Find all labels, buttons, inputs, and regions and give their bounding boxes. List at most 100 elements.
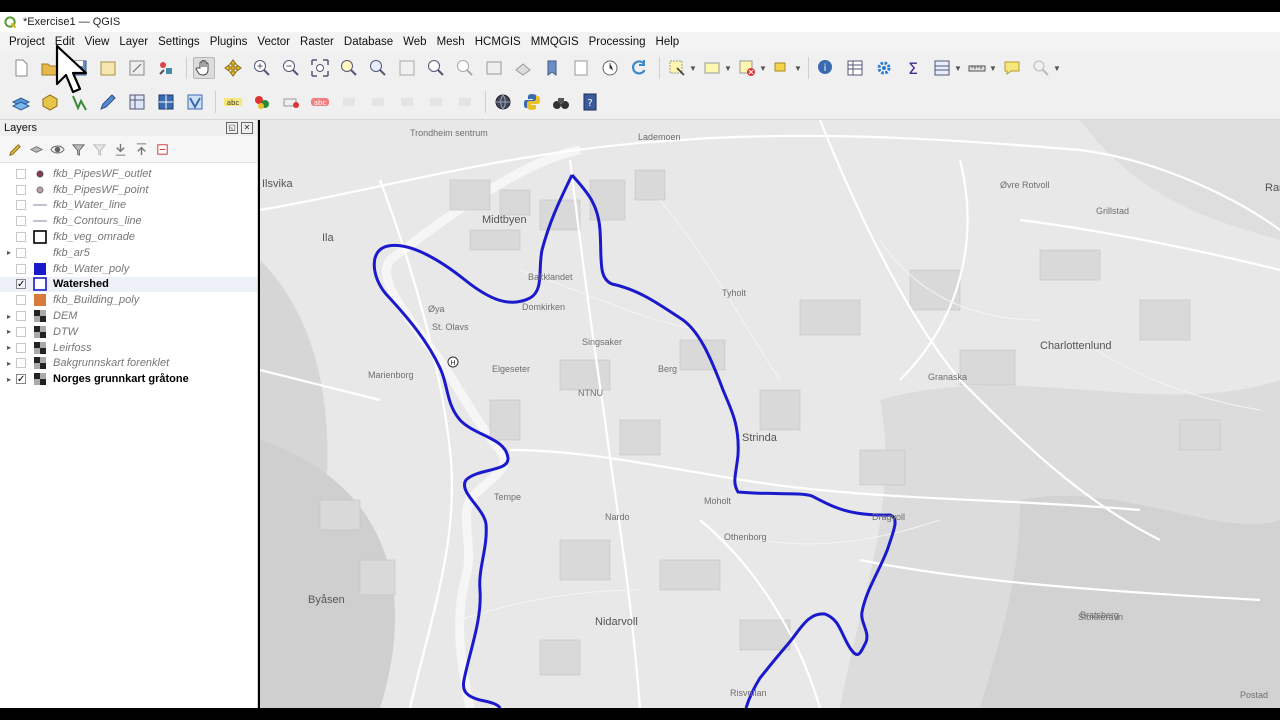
select-by-value-button[interactable] (701, 57, 723, 79)
measure-line-button[interactable] (966, 57, 988, 79)
layer-row[interactable]: ▸ DEM (0, 308, 257, 324)
layer-row[interactable]: fkb_veg_omrade (0, 229, 257, 245)
menu-plugins[interactable]: Plugins (205, 36, 253, 48)
raster-calculator-button[interactable] (155, 91, 177, 113)
menu-layer[interactable]: Layer (114, 36, 153, 48)
digitize-button[interactable] (97, 91, 119, 113)
zoom-last-button[interactable] (425, 57, 447, 79)
dropdown-arrow-icon[interactable]: ▼ (794, 64, 802, 73)
layer-styling-icon[interactable] (8, 142, 23, 157)
dropdown-arrow-icon[interactable]: ▼ (954, 64, 962, 73)
view-tool-button[interactable] (550, 91, 572, 113)
pin-labels-button[interactable] (280, 91, 302, 113)
layer-visibility-checkbox[interactable] (16, 247, 26, 258)
zoom-full-button[interactable] (309, 57, 331, 79)
layer-row[interactable]: ▸ Bakgrunnskart forenklet (0, 356, 257, 372)
dropdown-arrow-icon[interactable]: ▼ (759, 64, 767, 73)
layer-row[interactable]: fkb_Building_poly (0, 292, 257, 308)
temporal-controller-button[interactable] (599, 57, 621, 79)
select-features-button[interactable] (666, 57, 688, 79)
expand-arrow-icon[interactable]: ▸ (2, 359, 16, 368)
help-contents-button[interactable]: ? (579, 91, 601, 113)
move-label-button[interactable] (338, 91, 360, 113)
statistics-button[interactable]: Σ (902, 57, 924, 79)
locator-button[interactable] (1030, 57, 1052, 79)
dropdown-arrow-icon[interactable]: ▼ (724, 64, 732, 73)
menu-help[interactable]: Help (651, 36, 685, 48)
layer-row[interactable]: ▸ fkb_ar5 (0, 245, 257, 261)
zoom-native-button[interactable] (396, 57, 418, 79)
zoom-to-layer-button[interactable] (367, 57, 389, 79)
data-source-manager-button[interactable] (10, 91, 32, 113)
new-map-view-button[interactable] (483, 57, 505, 79)
select-location-button[interactable] (771, 57, 793, 79)
menu-database[interactable]: Database (339, 36, 398, 48)
show-hide-labels-button[interactable] (425, 91, 447, 113)
show-bookmarks-button[interactable] (570, 57, 592, 79)
menu-mmqgis[interactable]: MMQGIS (526, 36, 584, 48)
remove-layer-icon[interactable] (155, 142, 170, 157)
label-properties-button[interactable] (454, 91, 476, 113)
zoom-in-button[interactable] (251, 57, 273, 79)
expand-arrow-icon[interactable]: ▸ (2, 327, 16, 336)
layer-visibility-checkbox[interactable] (16, 358, 26, 369)
expand-arrow-icon[interactable]: ▸ (2, 248, 16, 257)
layer-visibility-checkbox[interactable]: ✓ (16, 374, 26, 385)
layer-row[interactable]: fkb_Water_line (0, 198, 257, 214)
highlight-labels-button[interactable]: abc (309, 91, 331, 113)
map-tips-button[interactable] (1001, 57, 1023, 79)
layer-row[interactable]: ▸ Leirfoss (0, 340, 257, 356)
menu-raster[interactable]: Raster (295, 36, 339, 48)
rotate-label-button[interactable] (367, 91, 389, 113)
menu-processing[interactable]: Processing (584, 36, 651, 48)
new-print-layout-button[interactable] (97, 57, 119, 79)
refresh-button[interactable] (628, 57, 650, 79)
layer-row[interactable]: ✓ Watershed (0, 276, 257, 293)
manage-themes-icon[interactable] (50, 142, 65, 157)
layer-row[interactable]: fkb_Contours_line (0, 213, 257, 229)
filter-expression-icon[interactable] (92, 142, 107, 157)
expand-arrow-icon[interactable]: ▸ (2, 312, 16, 321)
pan-to-selection-button[interactable] (222, 57, 244, 79)
layer-visibility-checkbox[interactable] (16, 232, 26, 243)
layer-row[interactable]: ▸ DTW (0, 324, 257, 340)
expand-arrow-icon[interactable]: ▸ (2, 343, 16, 352)
change-label-button[interactable] (396, 91, 418, 113)
new-3d-view-button[interactable] (512, 57, 534, 79)
layer-visibility-checkbox[interactable] (16, 311, 26, 322)
layout-manager-button[interactable] (126, 57, 148, 79)
add-group-icon[interactable] (29, 142, 44, 157)
menu-project[interactable]: Project (4, 36, 50, 48)
layer-visibility-checkbox[interactable] (16, 168, 26, 179)
float-panel-icon[interactable]: ◱ (226, 122, 238, 134)
dropdown-arrow-icon[interactable]: ▼ (1053, 64, 1061, 73)
add-vector-button[interactable] (184, 91, 206, 113)
menu-mesh[interactable]: Mesh (432, 36, 470, 48)
dropdown-arrow-icon[interactable]: ▼ (989, 64, 997, 73)
deselect-features-button[interactable] (736, 57, 758, 79)
filter-icon[interactable] (71, 142, 86, 157)
toolbox-button[interactable] (873, 57, 895, 79)
zoom-to-selection-button[interactable] (338, 57, 360, 79)
expand-all-icon[interactable] (113, 142, 128, 157)
new-project-button[interactable] (10, 57, 32, 79)
layer-visibility-checkbox[interactable]: ✓ (16, 279, 26, 290)
plugin-manager-button[interactable] (492, 91, 514, 113)
dropdown-arrow-icon[interactable]: ▼ (689, 64, 697, 73)
diagram-button[interactable] (251, 91, 273, 113)
layer-visibility-checkbox[interactable] (16, 326, 26, 337)
menu-hcmgis[interactable]: HCMGIS (470, 36, 526, 48)
identify-features-button[interactable]: i (815, 57, 837, 79)
attribute-table-button[interactable] (844, 57, 866, 79)
layer-visibility-checkbox[interactable] (16, 295, 26, 306)
layer-visibility-checkbox[interactable] (16, 216, 26, 227)
layer-row[interactable]: fkb_Water_poly (0, 261, 257, 277)
layer-row[interactable]: fkb_PipesWF_point (0, 182, 257, 198)
menu-web[interactable]: Web (398, 36, 431, 48)
layer-visibility-checkbox[interactable] (16, 342, 26, 353)
layer-row[interactable]: ▸ ✓ Norges grunnkart gråtone (0, 371, 257, 387)
style-manager-button[interactable] (155, 57, 177, 79)
close-panel-icon[interactable]: ✕ (241, 122, 253, 134)
bookmark-button[interactable] (541, 57, 563, 79)
collapse-all-icon[interactable] (134, 142, 149, 157)
